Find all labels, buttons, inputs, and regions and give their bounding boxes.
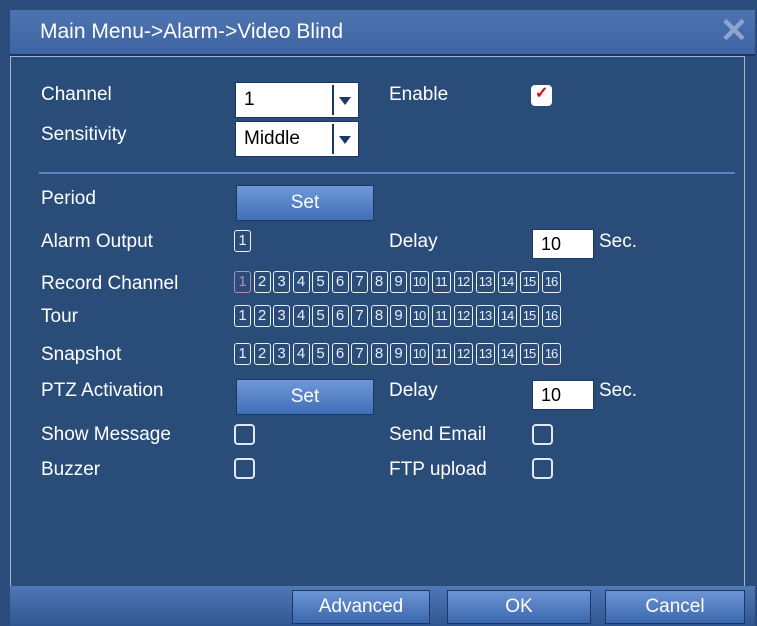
- channel-cell[interactable]: 6: [331, 271, 349, 293]
- channel-cell[interactable]: 12: [453, 343, 473, 365]
- ptz-delay-value: 10: [541, 385, 562, 405]
- sensitivity-label: Sensitivity: [41, 124, 127, 145]
- buzzer-checkbox[interactable]: [234, 458, 255, 479]
- channel-cell[interactable]: 10: [409, 305, 429, 327]
- channel-cell[interactable]: 7: [351, 271, 368, 293]
- channel-cell[interactable]: 11: [431, 271, 451, 293]
- channel-cell[interactable]: 9: [390, 271, 407, 293]
- channel-cell[interactable]: 16: [541, 305, 561, 327]
- channel-cell[interactable]: 7: [351, 343, 368, 365]
- channel-cell[interactable]: 10: [409, 343, 429, 365]
- alarm-output-cell[interactable]: 1: [234, 230, 251, 252]
- channel-cell[interactable]: 8: [370, 271, 388, 293]
- sensitivity-select[interactable]: Middle: [235, 121, 359, 157]
- title-bar: Main Menu->Alarm->Video Blind ✕: [10, 10, 755, 56]
- advanced-button[interactable]: Advanced: [292, 590, 430, 624]
- channel-cell[interactable]: 14: [497, 305, 517, 327]
- delay-input[interactable]: 10: [532, 229, 594, 259]
- channel-cell[interactable]: 9: [390, 305, 407, 327]
- channel-cell[interactable]: 14: [497, 343, 517, 365]
- cancel-button[interactable]: Cancel: [605, 590, 745, 624]
- alarm-output-label: Alarm Output: [41, 231, 153, 252]
- video-blind-window: Main Menu->Alarm->Video Blind ✕ Channel …: [0, 0, 757, 626]
- channel-cell[interactable]: 1: [234, 305, 251, 327]
- chevron-down-icon[interactable]: [332, 124, 356, 154]
- show-message-label: Show Message: [41, 424, 171, 445]
- channel-cell[interactable]: 8: [370, 305, 388, 327]
- channel-cell[interactable]: 7: [351, 305, 368, 327]
- enable-label: Enable: [389, 84, 449, 105]
- sensitivity-value: Middle: [244, 128, 300, 149]
- buzzer-label: Buzzer: [41, 459, 101, 480]
- channel-cell[interactable]: 14: [497, 271, 517, 293]
- channel-cell[interactable]: 16: [541, 343, 561, 365]
- channel-cell[interactable]: 12: [453, 305, 473, 327]
- ok-button[interactable]: OK: [447, 590, 591, 624]
- send-email-checkbox[interactable]: [532, 424, 553, 445]
- close-icon[interactable]: ✕: [719, 14, 749, 48]
- check-icon: ✓: [535, 85, 549, 102]
- channel-cell[interactable]: 4: [292, 343, 310, 365]
- ptz-activation-label: PTZ Activation: [41, 380, 164, 401]
- delay-label: Delay: [389, 231, 438, 252]
- channel-value: 1: [244, 89, 255, 110]
- channel-cell[interactable]: 11: [431, 305, 451, 327]
- channel-cell[interactable]: 3: [273, 271, 290, 293]
- send-email-label: Send Email: [389, 424, 487, 445]
- channel-cell[interactable]: 12: [453, 271, 473, 293]
- ftp-upload-label: FTP upload: [389, 459, 487, 480]
- channel-cell[interactable]: 8: [370, 343, 388, 365]
- channel-cell[interactable]: 13: [475, 343, 495, 365]
- channel-cell[interactable]: 13: [475, 271, 495, 293]
- record-channel-label: Record Channel: [41, 273, 179, 294]
- channel-cell[interactable]: 10: [409, 271, 429, 293]
- channel-cell[interactable]: 4: [292, 271, 310, 293]
- channel-cell[interactable]: 5: [312, 343, 329, 365]
- channel-cell[interactable]: 11: [431, 343, 451, 365]
- ptz-delay-unit: Sec.: [599, 380, 638, 401]
- ftp-upload-checkbox[interactable]: [532, 458, 553, 479]
- snapshot-label: Snapshot: [41, 344, 122, 365]
- channel-cell[interactable]: 6: [331, 343, 349, 365]
- ptz-delay-label: Delay: [389, 380, 438, 401]
- channel-cell[interactable]: 3: [273, 343, 290, 365]
- channel-cell[interactable]: 15: [519, 305, 539, 327]
- channel-cell[interactable]: 15: [519, 343, 539, 365]
- channel-cell[interactable]: 2: [253, 343, 271, 365]
- delay-unit: Sec.: [599, 231, 638, 252]
- enable-checkbox[interactable]: ✓: [531, 85, 552, 106]
- channel-cell[interactable]: 1: [234, 343, 251, 365]
- ptz-set-button[interactable]: Set: [236, 379, 374, 415]
- channel-cell[interactable]: 5: [312, 271, 329, 293]
- button-bar: Advanced OK Cancel: [10, 586, 755, 626]
- channel-label: Channel: [41, 84, 112, 105]
- period-label: Period: [41, 188, 96, 209]
- channel-cell[interactable]: 5: [312, 305, 329, 327]
- window-title: Main Menu->Alarm->Video Blind: [40, 20, 344, 43]
- delay-value: 10: [541, 234, 562, 254]
- channel-select[interactable]: 1: [235, 82, 359, 118]
- channel-cell[interactable]: 6: [331, 305, 349, 327]
- channel-cell[interactable]: 2: [253, 305, 271, 327]
- channel-cell[interactable]: 16: [541, 271, 561, 293]
- channel-cell[interactable]: 13: [475, 305, 495, 327]
- channel-cell[interactable]: 1: [234, 271, 251, 293]
- channel-cell[interactable]: 4: [292, 305, 310, 327]
- period-set-button[interactable]: Set: [236, 185, 374, 221]
- channel-cell[interactable]: 2: [253, 271, 271, 293]
- settings-panel: Channel 1 Enable ✓ Sensitivity Middle Pe…: [10, 56, 745, 588]
- channel-cell[interactable]: 3: [273, 305, 290, 327]
- tour-label: Tour: [41, 306, 78, 327]
- section-divider: [39, 172, 735, 174]
- show-message-checkbox[interactable]: [234, 424, 255, 445]
- chevron-down-icon[interactable]: [332, 85, 356, 115]
- channel-cell[interactable]: 15: [519, 271, 539, 293]
- channel-cell[interactable]: 9: [390, 343, 407, 365]
- ptz-delay-input[interactable]: 10: [532, 380, 594, 410]
